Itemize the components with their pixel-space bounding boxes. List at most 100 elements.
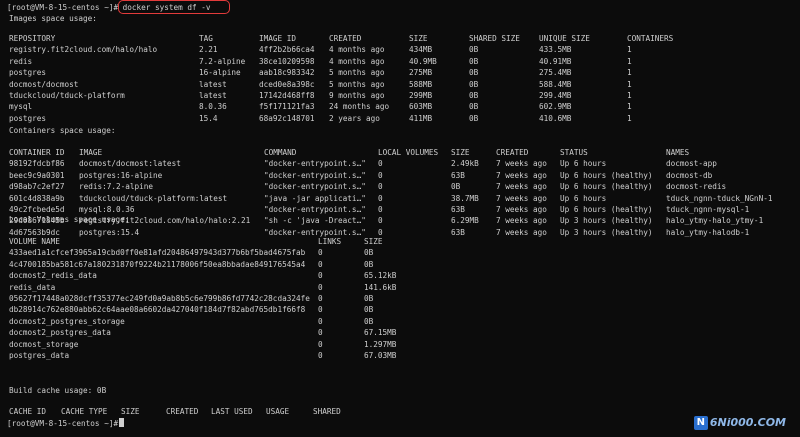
container-column-header: CONTAINER ID	[9, 148, 65, 157]
image-cell: 16-alpine	[199, 68, 241, 78]
watermark-logo: N 6Ni000.COM	[693, 415, 786, 431]
final-prompt-line[interactable]: [root@VM-8-15-centos ~]#	[0, 418, 800, 429]
image-cell: latest	[199, 79, 227, 89]
volume-cell: 0	[318, 248, 323, 258]
volume-cell: docmost_storage	[9, 339, 79, 349]
volume-cell: 0	[318, 259, 323, 269]
cache-column-header: CACHE ID	[9, 407, 47, 416]
image-cell: docmost/docmost	[9, 79, 79, 89]
image-cell: 0B	[469, 79, 479, 89]
image-cell: 299.4MB	[539, 91, 572, 100]
volume-cell: 433aed1a1cfcef3965a19cbd0ff0e81afd204864…	[9, 248, 306, 258]
container-cell: 0	[378, 159, 383, 169]
image-cell: 8.0.36	[199, 102, 227, 112]
image-cell: 0B	[469, 56, 479, 66]
container-column-header: CREATED	[496, 148, 529, 157]
image-cell: 40.91MB	[539, 56, 572, 66]
image-column-header: REPOSITORY	[9, 34, 56, 43]
container-cell: Up 6 hours (healthy)	[560, 170, 653, 180]
image-cell: 275.4MB	[539, 68, 572, 78]
image-row: mysql 8.0.36 f5f171121fa3 24 months ago 603M…	[0, 101, 800, 112]
volume-row: docmost2_redis_data 0 65.12kB	[0, 270, 800, 281]
image-column-header: CONTAINERS	[627, 34, 674, 43]
container-cell: Up 6 hours	[560, 193, 607, 203]
image-cell: postgres	[9, 113, 47, 123]
image-cell: 588MB	[409, 79, 433, 89]
image-cell: 603MB	[409, 102, 433, 112]
image-cell: 411MB	[409, 113, 433, 123]
cache-column-header: SHARED	[313, 407, 341, 416]
cache-column-header: LAST USED	[211, 407, 253, 416]
container-cell: 7 weeks ago	[496, 170, 547, 180]
cache-column-header: USAGE	[266, 407, 290, 416]
volume-cell: 05627f17448a028dcff35377ec249fd0a9ab8b5c…	[9, 294, 310, 303]
volume-cell: 0	[318, 305, 323, 315]
section-title: Images space usage:	[9, 14, 97, 23]
container-cell: 7 weeks ago	[496, 182, 547, 192]
container-cell: 601c4d838a9b	[9, 193, 65, 203]
container-cell: "docker-entrypoint.s…"	[264, 159, 366, 169]
terminal-window[interactable]: [root@VM-8-15-centos ~]# docker system d…	[0, 0, 800, 437]
cache-column-header: CREATED	[166, 407, 199, 416]
container-cell: "java -jar applicati…"	[264, 193, 366, 203]
containers-section-title: Containers space usage:	[0, 125, 800, 136]
image-cell: latest	[199, 91, 227, 100]
container-cell: tduck_ngnn-tduck_NGnN-1	[666, 193, 773, 203]
image-cell: 4 months ago	[329, 45, 385, 55]
image-cell: 299MB	[409, 91, 433, 100]
image-row: tduckcloud/tduck-platform latest 17142d468…	[0, 90, 800, 101]
final-prompt: [root@VM-8-15-centos ~]#	[7, 419, 119, 428]
cache-column-header: CACHE TYPE	[61, 407, 108, 416]
container-cell: redis:7.2-alpine	[79, 182, 154, 192]
container-row: 601c4d838a9b tduckcloud/tduck-platform:la…	[0, 193, 800, 204]
container-cell: docmost-app	[666, 159, 717, 169]
image-cell: 1	[627, 102, 632, 112]
volume-cell: 0	[318, 282, 323, 292]
image-row: postgres 15.4 68a92c148701 2 years ago 411MB…	[0, 113, 800, 124]
volume-row: docmost_storage 0 1.297MB	[0, 339, 800, 350]
image-cell: 0B	[469, 68, 479, 78]
volume-cell: 141.6kB	[364, 282, 397, 292]
container-cell: tduckcloud/tduck-platform:latest	[79, 193, 228, 203]
image-column-header: TAG	[199, 34, 213, 43]
image-cell: 602.9MB	[539, 102, 572, 112]
image-cell: redis	[9, 56, 33, 66]
image-cell: aab18c983342	[259, 68, 315, 78]
container-cell: postgres:16-alpine	[79, 170, 163, 180]
image-row: registry.fit2cloud.com/halo/halo 2.21 4ff2…	[0, 44, 800, 55]
volume-row: postgres_data 0 67.03MB	[0, 350, 800, 361]
image-cell: 1	[627, 68, 632, 78]
volume-cell: 0	[318, 328, 323, 338]
shell-prompt: [root@VM-8-15-centos ~]#	[7, 3, 119, 12]
image-cell: 275MB	[409, 68, 433, 78]
volume-cell: 67.03MB	[364, 351, 397, 360]
images-section-title: Images space usage:	[0, 13, 800, 24]
image-cell: 1	[627, 56, 632, 66]
image-column-header: CREATED	[329, 34, 362, 43]
container-row: beec9c9a0301 postgres:16-alpine "docker-en…	[0, 170, 800, 181]
image-cell: dced0e8a398c	[259, 79, 315, 89]
container-cell: 0B	[451, 182, 461, 192]
image-cell: registry.fit2cloud.com/halo/halo	[9, 45, 158, 55]
image-cell: 5 months ago	[329, 68, 385, 78]
container-cell: 0	[378, 193, 383, 203]
container-cell: "docker-entrypoint.s…"	[264, 182, 366, 192]
volume-cell: 0B	[364, 248, 374, 258]
volumes-section-title: Local Volumes space usage:	[0, 214, 800, 225]
image-header-row: REPOSITORY TAG IMAGE ID CREATED SIZE SHARED S…	[0, 33, 800, 44]
container-column-header: IMAGE	[79, 148, 103, 157]
section-title: Local Volumes space usage:	[9, 215, 130, 224]
volume-row: db28914c762e880abb62c64aae08a6602da42704…	[0, 304, 800, 315]
volume-cell: 0	[318, 316, 323, 326]
container-cell: 63B	[451, 170, 465, 180]
container-column-header: LOCAL VOLUMES	[378, 148, 439, 157]
volume-cell: postgres_data	[9, 351, 70, 360]
container-row: d98ab7c2ef27 redis:7.2-alpine "docker-entr…	[0, 181, 800, 192]
volume-column-header: LINKS	[318, 237, 342, 246]
volume-cell: docmost2_postgres_storage	[9, 316, 125, 326]
volume-row: 05627f17448a028dcff35377ec249fd0a9ab8b5c…	[0, 293, 800, 304]
image-cell: 40.9MB	[409, 56, 437, 66]
image-row: docmost/docmost latest dced0e8a398c 5 month…	[0, 79, 800, 90]
image-cell: 7.2-alpine	[199, 56, 246, 66]
watermark-icon: N	[693, 416, 708, 430]
